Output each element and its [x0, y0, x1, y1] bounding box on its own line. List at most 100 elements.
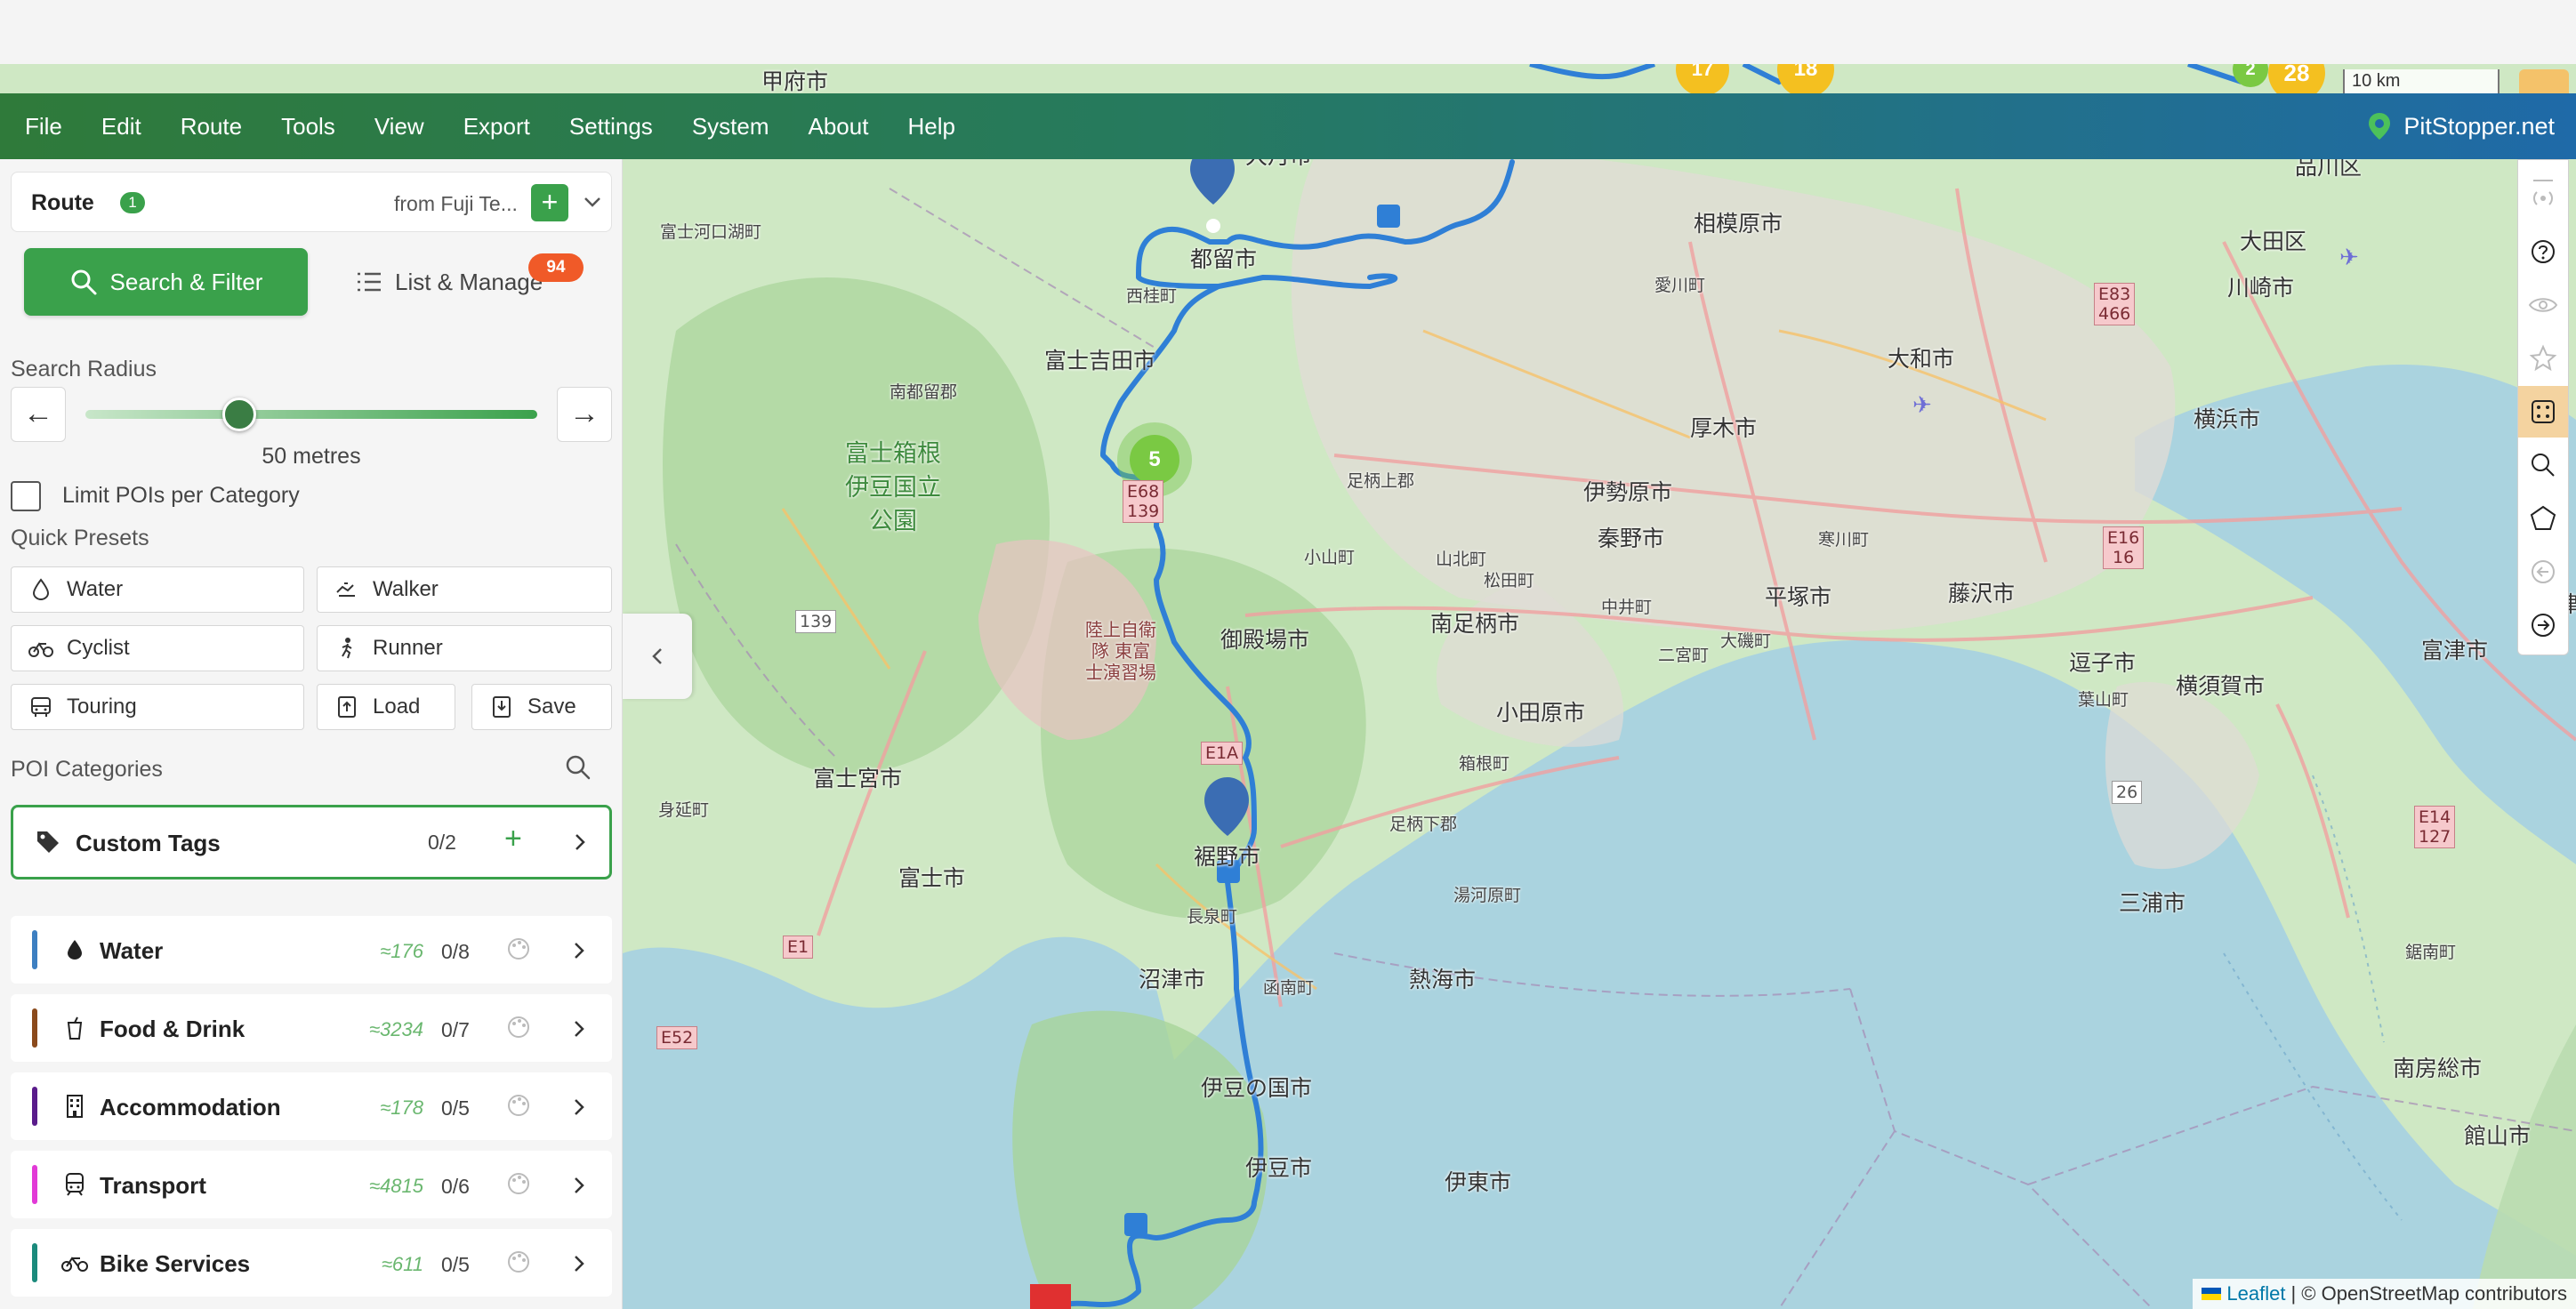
bicycle-icon [60, 1249, 89, 1277]
radius-slider-thumb[interactable] [222, 398, 256, 431]
category-row-food-drink[interactable]: Food & Drink ≈3234 0/7 [11, 994, 612, 1062]
road-shield: E83 466 [2094, 283, 2136, 325]
palette-icon[interactable] [505, 1249, 532, 1275]
chevron-right-icon[interactable] [570, 829, 590, 855]
radius-value: 50 metres [262, 444, 361, 469]
add-route-button[interactable]: + [531, 184, 568, 221]
map-area-label: 陸上自衛 隊 東富 士演習場 [1085, 619, 1156, 683]
map-place-label: 逗子市 [2069, 650, 2137, 676]
chevron-right-icon[interactable] [569, 1172, 589, 1199]
radius-slider-track[interactable] [85, 410, 537, 419]
map-place-label: 大田区 [2240, 229, 2307, 254]
menu-about[interactable]: About [789, 93, 889, 159]
chevron-right-icon[interactable] [569, 1250, 589, 1277]
map-place-label: 南足柄市 [1430, 611, 1520, 637]
search-icon[interactable] [564, 753, 592, 782]
tool-search[interactable] [2518, 439, 2568, 491]
radius-decrease-button[interactable]: ← [11, 387, 66, 442]
tool-help[interactable] [2518, 226, 2568, 277]
category-row-transport[interactable]: Transport ≈4815 0/6 [11, 1151, 612, 1218]
add-tag-button[interactable]: + [504, 822, 522, 856]
palette-icon[interactable] [505, 936, 532, 962]
palette-icon[interactable] [505, 1092, 532, 1119]
map-place-label: 長泉町 [1187, 907, 1238, 927]
tool-visibility[interactable] [2518, 279, 2568, 331]
map-place-label: 山北町 [1436, 550, 1487, 569]
map-place-label: 裾野市 [1194, 844, 1261, 870]
preset-runner-button[interactable]: Runner [317, 625, 612, 671]
search-icon [71, 269, 97, 295]
preset-cyclist-button[interactable]: Cyclist [11, 625, 304, 671]
cup-icon [60, 1014, 89, 1042]
runner-icon [334, 635, 360, 662]
menu-help[interactable]: Help [888, 93, 974, 159]
menu-system[interactable]: System [672, 93, 789, 159]
category-estimate: ≈178 [380, 1096, 423, 1119]
brand-link[interactable]: PitStopper.net [2368, 93, 2555, 159]
limit-pois-checkbox[interactable] [11, 481, 41, 511]
road-shield: E52 [656, 1026, 698, 1049]
help-icon [2532, 240, 2555, 263]
preset-walker-button[interactable]: Walker [317, 566, 612, 613]
map-place-label: 箱根町 [1459, 754, 1510, 774]
chevron-down-icon[interactable] [581, 187, 604, 217]
collapse-panel-button[interactable] [623, 614, 692, 699]
custom-tags-label: Custom Tags [76, 830, 221, 856]
map-place-label: 足柄下郡 [1389, 815, 1458, 834]
building-icon [60, 1092, 89, 1120]
chevron-right-icon[interactable] [569, 937, 589, 964]
leaflet-link[interactable]: Leaflet [2226, 1279, 2285, 1309]
menu-export[interactable]: Export [444, 93, 550, 159]
tool-undo[interactable] [2518, 546, 2568, 598]
menu-tools[interactable]: Tools [262, 93, 355, 159]
search-panel: Route 1 from Fuji Te... + Search & Filte… [0, 159, 623, 1309]
tab-search-filter[interactable]: Search & Filter [24, 248, 308, 316]
palette-icon[interactable] [505, 1170, 532, 1197]
preset-save-button[interactable]: Save [471, 684, 612, 730]
tool-polygon[interactable] [2518, 493, 2568, 544]
preset-load-button[interactable]: Load [317, 684, 455, 730]
map-place-label: 南房総市 [2393, 1056, 2483, 1081]
chevron-right-icon[interactable] [569, 1016, 589, 1042]
category-name: Water [100, 937, 164, 964]
map-place-label: 南都留郡 [890, 382, 958, 402]
location-control[interactable] [2519, 69, 2569, 94]
custom-tags-row[interactable]: Custom Tags 0/2 + [11, 805, 612, 879]
menu-view[interactable]: View [355, 93, 444, 159]
category-row-accommodation[interactable]: Accommodation ≈178 0/5 [11, 1072, 612, 1140]
tool-broadcast[interactable] [2518, 173, 2568, 224]
map-place-label: 寒川町 [1818, 530, 1870, 550]
menu-file[interactable]: File [0, 93, 82, 159]
radius-increase-button[interactable]: → [557, 387, 612, 442]
map-place-label: 横浜市 [2194, 406, 2261, 432]
menu-route[interactable]: Route [161, 93, 262, 159]
category-row-bike-services[interactable]: Bike Services ≈611 0/5 [11, 1229, 612, 1297]
category-estimate: ≈4815 [368, 1175, 423, 1197]
tab-list-manage[interactable]: List & Manage [356, 259, 543, 305]
menu-bar: File Edit Route Tools View Export Settin… [0, 93, 2576, 159]
map-place-label: 中井町 [1601, 598, 1653, 617]
preset-walker-label: Walker [373, 577, 439, 601]
menu-edit[interactable]: Edit [82, 93, 161, 159]
map-place-label: 都留市 [1190, 246, 1258, 272]
droplet-outline-icon [28, 576, 54, 603]
tool-favorite[interactable] [2518, 333, 2568, 384]
category-count: 0/6 [441, 1175, 470, 1198]
svg-text:✈: ✈ [2339, 244, 2359, 270]
preset-touring-button[interactable]: Touring [11, 684, 304, 730]
chevron-right-icon[interactable] [569, 1094, 589, 1120]
tool-cluster[interactable] [2518, 386, 2568, 438]
tool-redo[interactable] [2518, 599, 2568, 651]
route-selector[interactable]: Route 1 from Fuji Te... + [11, 172, 612, 232]
menu-settings[interactable]: Settings [550, 93, 672, 159]
category-estimate: ≈611 [381, 1253, 423, 1275]
map-place-label: 身延町 [658, 800, 710, 820]
preset-cyclist-label: Cyclist [67, 636, 130, 660]
map-place-label: 大磯町 [1720, 631, 1772, 651]
preset-water-button[interactable]: Water [11, 566, 304, 613]
train-icon [60, 1170, 89, 1199]
map-attribution: Leaflet | © OpenStreetMap contributors [2193, 1279, 2576, 1309]
palette-icon[interactable] [505, 1014, 532, 1040]
road-shield: E68 139 [1123, 480, 1164, 523]
category-row-water[interactable]: Water ≈176 0/8 [11, 916, 612, 984]
